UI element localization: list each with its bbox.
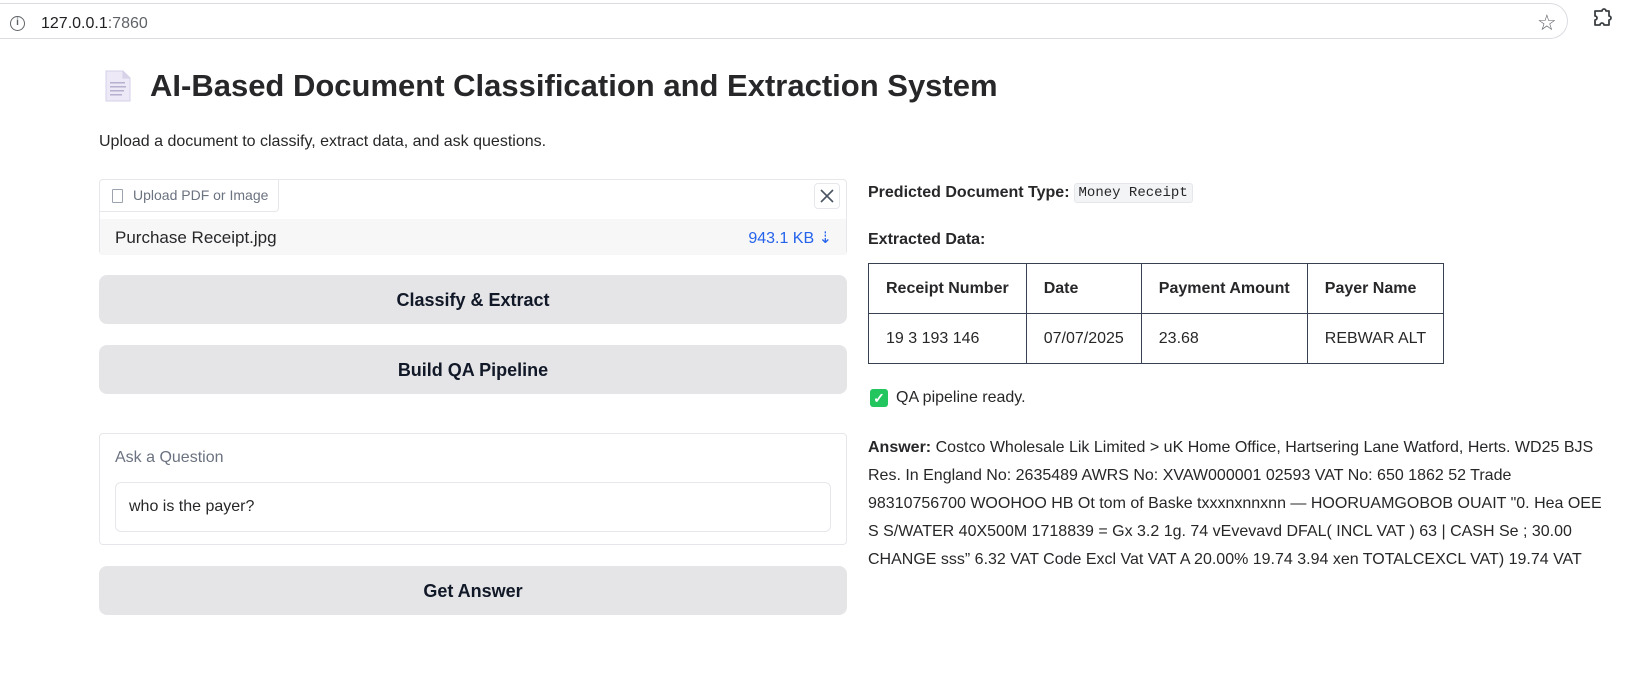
column-header: Payment Amount	[1140, 263, 1308, 314]
url-port: :7860	[107, 15, 148, 32]
status-text: QA pipeline ready.	[896, 389, 1026, 406]
table-cell: REBWAR ALT	[1306, 313, 1445, 364]
answer-text: Costco Wholesale Lik Limited > uK Home O…	[868, 439, 1602, 568]
url-text[interactable]: 127.0.0.1:7860	[41, 15, 148, 33]
info-icon[interactable]: i	[10, 16, 25, 31]
file-icon	[112, 188, 123, 203]
predicted-type-value: Money Receipt	[1073, 183, 1193, 203]
close-icon[interactable]	[814, 183, 840, 209]
table-cell: 19 3 193 146	[868, 313, 1027, 364]
extracted-data-table: Receipt Number Date Payment Amount Payer…	[868, 263, 1445, 364]
column-header: Date	[1025, 263, 1142, 314]
star-icon[interactable]: ☆	[1537, 10, 1557, 36]
classify-extract-button[interactable]: Classify & Extract	[99, 275, 847, 324]
uploaded-file-name: Purchase Receipt.jpg	[115, 228, 277, 247]
predicted-type: Predicted Document Type: Money Receipt	[868, 183, 1193, 203]
page-title: AI-Based Document Classification and Ext…	[150, 68, 998, 103]
puzzle-icon[interactable]	[1590, 8, 1614, 32]
document-icon	[105, 70, 131, 102]
table-header-row: Receipt Number Date Payment Amount Payer…	[868, 263, 1445, 314]
column-header: Payer Name	[1306, 263, 1445, 314]
predicted-type-label: Predicted Document Type:	[868, 184, 1070, 201]
question-input[interactable]: who is the payer?	[115, 482, 831, 532]
build-qa-pipeline-button[interactable]: Build QA Pipeline	[99, 345, 847, 394]
page-subtitle: Upload a document to classify, extract d…	[99, 133, 547, 150]
get-answer-button[interactable]: Get Answer	[99, 566, 847, 615]
uploaded-file-row: Purchase Receipt.jpg 943.1 KB ⇣	[100, 219, 846, 255]
browser-address-bar: i 127.0.0.1:7860 ☆	[0, 0, 1633, 46]
upload-label: Upload PDF or Image	[100, 180, 280, 212]
download-file-link[interactable]: 943.1 KB ⇣	[748, 228, 832, 248]
url-bar[interactable]: i 127.0.0.1:7860 ☆	[0, 3, 1568, 39]
extracted-data-label: Extracted Data:	[868, 231, 986, 248]
check-icon: ✓	[870, 389, 888, 407]
question-label: Ask a Question	[115, 449, 224, 466]
table-cell: 23.68	[1140, 313, 1308, 364]
table-cell: 07/07/2025	[1025, 313, 1142, 364]
answer-output: Answer: Costco Wholesale Lik Limited > u…	[868, 434, 1608, 574]
url-host: 127.0.0.1	[41, 15, 108, 32]
column-header: Receipt Number	[868, 263, 1027, 314]
answer-label: Answer:	[868, 439, 932, 456]
question-panel: Ask a Question who is the payer?	[99, 433, 847, 545]
status-message: ✓ QA pipeline ready.	[870, 389, 1026, 407]
table-row: 19 3 193 146 07/07/2025 23.68 REBWAR ALT	[868, 313, 1445, 364]
file-upload[interactable]: Upload PDF or Image Purchase Receipt.jpg…	[99, 179, 847, 255]
upload-label-text: Upload PDF or Image	[133, 187, 269, 203]
